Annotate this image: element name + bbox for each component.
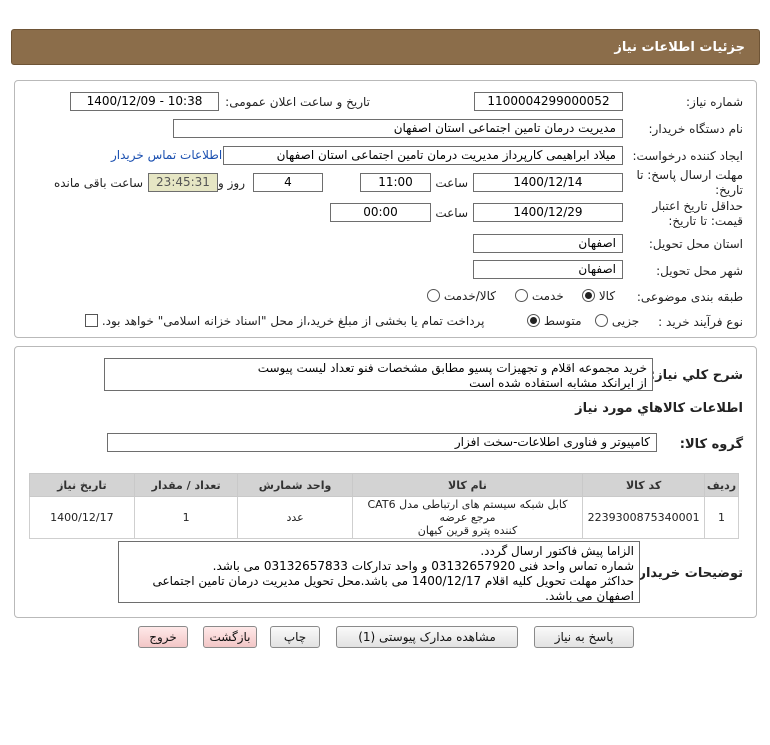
category-option-goods[interactable]: کالا: [582, 289, 615, 303]
need-number-field: 1100004299000052: [474, 92, 623, 111]
remaining-time-label: ساعت باقی مانده: [53, 176, 143, 190]
buyer-notes-line-1: الزاما پیش فاکتور ارسال گردد.: [480, 544, 634, 558]
reply-button[interactable]: پاسخ به نیاز: [534, 626, 634, 648]
buyer-org-label: نام دستگاه خریدار:: [648, 122, 744, 136]
cell-qty: 1: [133, 496, 239, 539]
summary-line-2: از ایرانکد مشابه استفاده شده است: [469, 376, 647, 390]
province-field: اصفهان: [473, 234, 623, 253]
reply-date-field: 1400/12/14: [473, 173, 623, 192]
reply-deadline-label: مهلت ارسال پاسخ: تا: [636, 168, 743, 182]
category-label: طبقه بندی موضوعی:: [636, 290, 743, 304]
reply-time-field: 11:00: [360, 173, 431, 192]
back-button[interactable]: بازگشت: [203, 626, 257, 648]
category-option-both[interactable]: کالا/خدمت: [427, 289, 496, 303]
creator-label: ایجاد کننده درخواست:: [632, 149, 743, 163]
reply-time-label: ساعت: [435, 176, 468, 190]
remaining-time-field: 23:45:31: [148, 173, 218, 192]
payment-note-label: پرداخت تمام یا بخشی از مبلغ خرید،از محل …: [101, 314, 485, 328]
cell-code: 2239300875340001: [582, 496, 705, 539]
payment-checkbox[interactable]: [85, 314, 98, 327]
table-row: 1 2239300875340001 کابل شبکه سیستم های ا…: [29, 496, 740, 539]
buyer-org-field: مدیریت درمان تامین اجتماعی استان اصفهان: [173, 119, 623, 138]
summary-line-1: خرید مجموعه اقلام و تجهیزات پسیو مطابق م…: [257, 361, 647, 375]
days-label: روز و: [218, 176, 245, 190]
col-unit: واحد شمارش: [237, 473, 353, 497]
page-header: جزئیات اطلاعات نیاز: [11, 29, 760, 65]
summary-box: خرید مجموعه اقلام و تجهیزات پسیو مطابق م…: [104, 358, 653, 391]
radio-selected-icon[interactable]: [527, 314, 540, 327]
province-label: استان محل تحویل:: [648, 237, 743, 251]
reply-deadline-date-label: تاریخ:: [715, 183, 743, 197]
radio-selected-icon[interactable]: [582, 289, 595, 302]
buyer-notes-line-2: شماره تماس واحد فنی 03132657920 و واحد ت…: [212, 559, 634, 573]
cell-date: 1400/12/17: [29, 496, 135, 539]
remaining-days-field: 4: [253, 173, 323, 192]
process-option-medium[interactable]: متوسط: [527, 314, 582, 328]
category-option-goods-label: کالا: [598, 289, 616, 303]
category-option-service[interactable]: خدمت: [515, 289, 564, 303]
col-date: تاریخ نیاز: [29, 473, 135, 497]
buyer-notes-line-3: حداکثر مهلت تحویل کلیه اقلام 1400/12/17 …: [152, 574, 634, 588]
col-name: نام کالا: [351, 473, 584, 497]
process-label: نوع فرآیند خرید :: [658, 315, 743, 329]
goods-group-label: گروه کالا:: [679, 437, 743, 452]
announce-date-field: 1400/12/09 - 10:38: [70, 92, 219, 111]
cell-row: 1: [703, 496, 740, 539]
category-option-both-label: کالا/خدمت: [443, 289, 497, 303]
category-option-service-label: خدمت: [531, 289, 564, 303]
validity-date-field: 1400/12/29: [473, 203, 623, 222]
goods-section-title: اطلاعات کالاهاي مورد نياز: [575, 401, 743, 416]
col-qty: تعداد / مقدار: [133, 473, 239, 497]
radio-unselected-icon[interactable]: [595, 314, 608, 327]
col-row: ردیف: [703, 473, 740, 497]
creator-field: میلاد ابراهیمی کارپرداز مدیریت درمان تام…: [223, 146, 623, 165]
cell-unit: عدد: [237, 496, 353, 539]
print-button[interactable]: چاپ: [270, 626, 320, 648]
radio-unselected-icon[interactable]: [427, 289, 440, 302]
buyer-notes-label: توضیحات خریدار:: [633, 566, 743, 581]
goods-table: ردیف کد کالا نام کالا واحد شمارش تعداد /…: [29, 473, 740, 539]
cell-name: کابل شبکه سیستم های ارتباطی مدل CAT6 مرج…: [351, 496, 584, 539]
validity-date-label: قیمت: تا تاریخ:: [668, 214, 743, 228]
buyer-notes-box: الزاما پیش فاکتور ارسال گردد. شماره تماس…: [118, 541, 640, 603]
attachments-button[interactable]: مشاهده مدارک پیوستی (1): [336, 626, 518, 648]
process-option-minor[interactable]: جزیی: [595, 314, 639, 328]
table-header-row: ردیف کد کالا نام کالا واحد شمارش تعداد /…: [29, 473, 740, 497]
buyer-notes-line-4: اصفهان می باشد.: [545, 589, 634, 603]
cell-name-line-1: کابل شبکه سیستم های ارتباطی مدل CAT6 مرج…: [367, 498, 568, 524]
exit-button[interactable]: خروج: [138, 626, 188, 648]
validity-time-label: ساعت: [435, 206, 468, 220]
city-label: شهر محل تحویل:: [656, 264, 743, 278]
payment-note[interactable]: پرداخت تمام یا بخشی از مبلغ خرید،از محل …: [85, 314, 485, 328]
goods-group-field: کامپیوتر و فناوری اطلاعات-سخت افزار: [107, 433, 657, 452]
page-title: جزئیات اطلاعات نیاز: [614, 40, 745, 55]
process-option-medium-label: متوسط: [543, 314, 582, 328]
summary-label: شرح کلي نياز:: [649, 368, 743, 383]
validity-time-field: 00:00: [330, 203, 431, 222]
announce-date-label: تاریخ و ساعت اعلان عمومی:: [225, 95, 370, 109]
buyer-contact-link[interactable]: اطلاعات تماس خریدار: [111, 148, 222, 162]
validity-label: حداقل تاریخ اعتبار: [652, 199, 743, 213]
radio-unselected-icon[interactable]: [515, 289, 528, 302]
city-field: اصفهان: [473, 260, 623, 279]
process-option-minor-label: جزیی: [611, 314, 640, 328]
cell-name-line-2: کننده پترو قرین کیهان: [417, 524, 518, 537]
need-number-label: شماره نیاز:: [686, 95, 743, 109]
col-code: کد کالا: [582, 473, 705, 497]
